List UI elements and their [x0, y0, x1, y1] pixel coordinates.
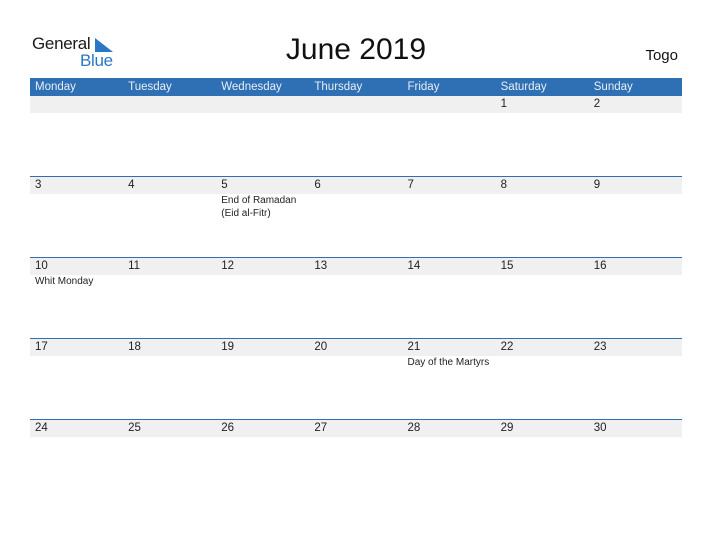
day-number: [35, 96, 123, 113]
day-cell: 17: [30, 339, 123, 370]
day-number: [128, 96, 216, 113]
holiday-label: End of Ramadan (Eid al-Fitr): [221, 195, 297, 219]
holiday-label: Whit Monday: [35, 276, 94, 287]
day-cell: 18: [123, 339, 216, 370]
day-cell: 20: [309, 339, 402, 370]
day-cell: 23: [589, 339, 682, 370]
weekday-wednesday: Wednesday: [221, 81, 282, 93]
day-number: 7: [407, 179, 414, 191]
day-cell: 25: [123, 420, 216, 438]
day-cell: 14: [403, 258, 496, 289]
day-number: 16: [593, 260, 607, 272]
day-cell: 28: [403, 420, 496, 438]
day-cell: 22: [496, 339, 589, 370]
day-number: 25: [128, 422, 141, 434]
day-number: [314, 96, 402, 113]
weekday-header: Monday Tuesday Wednesday Thursday Friday…: [30, 78, 682, 96]
day-cell: 13: [309, 258, 402, 289]
day-number: 18: [128, 341, 141, 353]
day-number: 19: [221, 341, 235, 353]
day-number: [408, 96, 496, 113]
day-number: 13: [314, 260, 328, 272]
week-row: 17 18 19 20 21 Day of the Martyrs 22 23: [30, 338, 682, 420]
week-row: 24 25 26 27 28 29 30: [30, 419, 682, 501]
day-cell: 21 Day of the Martyrs: [403, 339, 496, 370]
week-cells: 10 Whit Monday 11 12 13 14 15 16: [30, 258, 682, 289]
day-cell: [30, 96, 123, 114]
day-cell: 19: [216, 339, 309, 370]
day-number: 14: [407, 260, 421, 272]
week-cells: 12: [30, 96, 682, 114]
day-cell: 16: [589, 258, 682, 289]
weekday-saturday: Saturday: [500, 81, 547, 93]
day-number: 20: [314, 341, 328, 353]
day-number: 3: [35, 179, 42, 191]
day-cell: 9: [589, 177, 682, 220]
day-cell: 24: [30, 420, 123, 438]
day-number: 11: [128, 260, 141, 272]
day-number: 24: [35, 422, 48, 434]
day-number: 30: [593, 422, 607, 434]
day-cell: 4: [123, 177, 216, 220]
day-cell: 30: [589, 420, 682, 438]
country-label: Togo: [645, 47, 678, 64]
weekday-thursday: Thursday: [314, 81, 363, 93]
day-cell: 29: [496, 420, 589, 438]
day-number: 4: [128, 179, 135, 191]
day-number: 9: [593, 179, 601, 191]
week-row: 12: [30, 96, 682, 177]
week-row: 3 4 5 End of Ramadan (Eid al-Fitr) 6 7 8 9: [30, 176, 682, 258]
day-cell: [403, 96, 496, 114]
day-cell: 8: [496, 177, 589, 220]
week-row: 10 Whit Monday 11 12 13 14 15 16: [30, 257, 682, 339]
day-cell: 3: [30, 177, 123, 220]
day-number: [221, 96, 309, 113]
day-number: 12: [221, 260, 235, 272]
weekday-sunday: Sunday: [593, 81, 633, 93]
weekday-tuesday: Tuesday: [128, 81, 172, 93]
day-number: 21: [407, 341, 421, 353]
day-cell: 5 End of Ramadan (Eid al-Fitr): [216, 177, 309, 220]
day-cell: 11: [123, 258, 216, 289]
day-number: 27: [314, 422, 328, 434]
day-number: 10: [35, 260, 48, 272]
week-cells: 17 18 19 20 21 Day of the Martyrs 22 23: [30, 339, 682, 370]
week-cells: 3 4 5 End of Ramadan (Eid al-Fitr) 6 7 8 9: [30, 177, 682, 220]
day-number: 26: [221, 422, 235, 434]
day-number: 28: [407, 422, 421, 434]
holiday-label: Day of the Martyrs: [407, 357, 490, 368]
day-number: 2: [593, 98, 601, 110]
day-cell: 7: [403, 177, 496, 220]
day-number: 8: [500, 179, 508, 191]
day-cell: [123, 96, 216, 114]
day-number: 1: [500, 98, 508, 110]
day-cell: 26: [216, 420, 309, 438]
day-number: 6: [314, 179, 321, 191]
day-cell: 6: [309, 177, 402, 220]
day-cell: [309, 96, 402, 114]
weekday-monday: Monday: [35, 81, 76, 93]
day-number: 15: [500, 260, 514, 272]
day-cell: 10 Whit Monday: [30, 258, 123, 289]
weekday-friday: Friday: [407, 81, 440, 93]
day-cell: [216, 96, 309, 114]
day-number: 29: [500, 422, 514, 434]
day-cell: 1: [496, 96, 589, 114]
day-cell: 12: [216, 258, 309, 289]
day-cell: 15: [496, 258, 589, 289]
day-number: 23: [593, 341, 607, 353]
day-number: 17: [35, 341, 48, 353]
day-cell: 27: [309, 420, 402, 438]
day-number: 5: [221, 179, 228, 191]
day-number: 22: [500, 341, 514, 353]
day-cell: 2: [589, 96, 682, 114]
week-cells: 24 25 26 27 28 29 30: [30, 420, 682, 438]
page-title: June 2019: [285, 33, 427, 66]
